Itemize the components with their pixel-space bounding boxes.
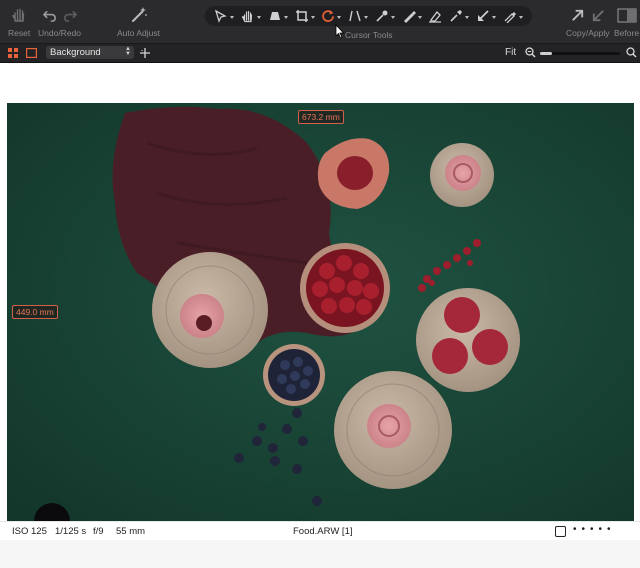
color-picker-icon[interactable]: [375, 9, 395, 23]
food-photo: [7, 103, 634, 521]
fit-zoom-button[interactable]: Fit: [505, 47, 516, 58]
height-measure-label: 449.0 mm: [12, 305, 58, 319]
copy-arrow-icon: [571, 9, 583, 21]
fill-icon[interactable]: [503, 9, 523, 23]
layer-select[interactable]: Background ▲ ▼: [46, 46, 134, 59]
bottom-area: [0, 540, 640, 568]
aperture-value: f/9: [93, 526, 104, 537]
main-toolbar: Reset Undo/Redo Auto Adjust Cursor Tools: [0, 0, 640, 44]
layer-bar: Background ▲ ▼ Fit: [0, 44, 640, 63]
crop-icon[interactable]: [295, 9, 315, 23]
select-arrow-icon[interactable]: [214, 9, 235, 23]
before-label: Before: [614, 28, 640, 38]
eraser-icon[interactable]: [428, 9, 442, 23]
iso-value: ISO 125: [12, 526, 47, 537]
copy-apply-button[interactable]: Copy/Apply: [566, 4, 609, 38]
cursor-tools-bar: [205, 6, 532, 26]
arrow-pick-icon[interactable]: [476, 9, 496, 23]
redo-icon[interactable]: [63, 8, 78, 23]
auto-adjust-label: Auto Adjust: [117, 28, 161, 38]
reset-hand-icon: [12, 8, 25, 22]
zoom-out-icon[interactable]: [525, 47, 536, 58]
mouse-pointer-icon: [335, 24, 345, 39]
hand-pan-icon[interactable]: [241, 9, 262, 23]
status-bar: ISO 125 1/125 s f/9 55 mm Food.ARW [1] •…: [0, 521, 640, 540]
single-view-icon[interactable]: [26, 48, 37, 58]
auto-adjust-button[interactable]: Auto Adjust: [117, 4, 160, 38]
select-arrows-icon: ▲ ▼: [125, 46, 131, 57]
photo-canvas[interactable]: 673.2 mm 449.0 mm: [7, 103, 634, 521]
layer-name: Background: [50, 47, 101, 58]
reset-button[interactable]: Reset: [8, 4, 30, 38]
file-name: Food.ARW [1]: [293, 526, 353, 537]
shutter-value: 1/125 s: [55, 526, 87, 537]
width-measure-label: 673.2 mm: [298, 110, 344, 124]
undo-redo-label: Undo/Redo: [38, 28, 82, 38]
undo-icon[interactable]: [42, 8, 57, 23]
keystone-icon[interactable]: [348, 9, 369, 23]
undo-redo-group[interactable]: Undo/Redo: [38, 4, 81, 38]
brush-icon[interactable]: [402, 9, 422, 23]
zoom-slider-fill: [540, 52, 552, 55]
grid-view-icon[interactable]: [8, 48, 18, 58]
zoom-slider[interactable]: [540, 52, 620, 55]
apply-arrow-icon: [592, 9, 604, 21]
rating-dots[interactable]: •••••: [573, 524, 616, 535]
select-checkbox[interactable]: [555, 526, 566, 537]
gradient-icon[interactable]: [449, 9, 470, 23]
before-after-icon: [616, 7, 637, 23]
copy-apply-label: Copy/Apply: [566, 28, 610, 38]
zoom-in-icon[interactable]: [626, 47, 637, 58]
add-layer-icon[interactable]: [139, 47, 151, 59]
cursor-tools-label: Cursor Tools: [345, 30, 393, 40]
straighten-icon[interactable]: [268, 9, 288, 23]
reset-label: Reset: [8, 28, 31, 38]
magic-wand-icon: [131, 7, 147, 22]
rotate-icon[interactable]: [321, 9, 342, 23]
focal-value: 55 mm: [116, 526, 146, 537]
before-button[interactable]: Before: [614, 4, 639, 38]
